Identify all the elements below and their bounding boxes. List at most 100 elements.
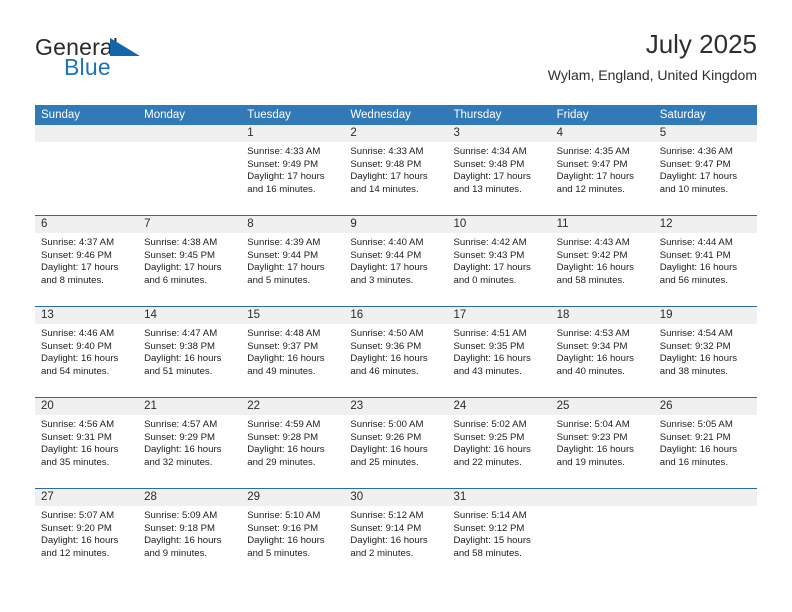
day-sun-info: Sunrise: 4:48 AM Sunset: 9:37 PM Daylight:… [241, 328, 344, 378]
calendar-day-cell[interactable]: 1 Sunrise: 4:33 AM Sunset: 9:49 PM Daylight… [241, 125, 345, 215]
day-sun-info: Sunrise: 4:39 AM Sunset: 9:44 PM Daylight:… [241, 237, 344, 287]
daylight-text: Daylight: 17 hours and 16 minutes. [247, 171, 325, 195]
calendar-day-cell[interactable]: 3 Sunrise: 4:34 AM Sunset: 9:48 PM Daylight… [447, 125, 551, 215]
calendar-day-cell[interactable]: 30 Sunrise: 5:12 AM Sunset: 9:14 PM Dayligh… [344, 489, 448, 579]
calendar-grid: Sunday Monday Tuesday Wednesday Thursday… [35, 105, 757, 579]
sunrise-text: Sunrise: 4:59 AM [247, 419, 321, 430]
calendar-day-cell[interactable]: 8 Sunrise: 4:39 AM Sunset: 9:44 PM Daylight… [241, 216, 345, 306]
calendar-day-cell[interactable]: 26 Sunrise: 5:05 AM Sunset: 9:21 PM Dayligh… [653, 398, 757, 488]
daylight-text: Daylight: 16 hours and 35 minutes. [41, 444, 119, 468]
day-sun-info: Sunrise: 4:57 AM Sunset: 9:29 PM Daylight:… [138, 419, 241, 469]
calendar-day-cell[interactable]: 13 Sunrise: 4:46 AM Sunset: 9:40 PM Dayligh… [35, 307, 139, 397]
day-number: 2 [350, 127, 357, 139]
daylight-text: Daylight: 15 hours and 58 minutes. [453, 535, 531, 559]
sunrise-text: Sunrise: 4:38 AM [144, 237, 218, 248]
sunrise-text: Sunrise: 4:47 AM [144, 328, 218, 339]
calendar-day-cell[interactable]: 12 Sunrise: 4:44 AM Sunset: 9:41 PM Dayligh… [653, 216, 757, 306]
calendar-day-cell[interactable]: 27 Sunrise: 5:07 AM Sunset: 9:20 PM Dayligh… [35, 489, 139, 579]
calendar-day-cell[interactable]: 7 Sunrise: 4:38 AM Sunset: 9:45 PM Daylight… [138, 216, 242, 306]
calendar-day-cell[interactable]: 23 Sunrise: 5:00 AM Sunset: 9:26 PM Dayligh… [344, 398, 448, 488]
day-sun-info: Sunrise: 4:40 AM Sunset: 9:44 PM Daylight:… [344, 237, 447, 287]
day-number-band: 12 [653, 216, 757, 233]
daylight-text: Daylight: 16 hours and 19 minutes. [556, 444, 634, 468]
daylight-text: Daylight: 16 hours and 29 minutes. [247, 444, 325, 468]
sunset-text: Sunset: 9:32 PM [659, 340, 731, 352]
day-number-band: 1 [241, 125, 345, 142]
daylight-text: Daylight: 16 hours and 5 minutes. [247, 535, 325, 559]
sunrise-text: Sunrise: 4:40 AM [350, 237, 424, 248]
calendar-day-cell[interactable]: 19 Sunrise: 4:54 AM Sunset: 9:32 PM Dayligh… [653, 307, 757, 397]
day-sun-info: Sunrise: 5:00 AM Sunset: 9:26 PM Daylight:… [344, 419, 447, 469]
calendar-week-row: 1 Sunrise: 4:33 AM Sunset: 9:49 PM Daylight… [35, 125, 757, 215]
day-number: 25 [556, 400, 570, 412]
calendar-week-row: 27 Sunrise: 5:07 AM Sunset: 9:20 PM Dayligh… [35, 488, 757, 579]
day-number-band: 10 [447, 216, 551, 233]
daylight-text: Daylight: 16 hours and 49 minutes. [247, 353, 325, 377]
day-number: 11 [556, 218, 569, 230]
day-number-band: 14 [138, 307, 242, 324]
day-sun-info: Sunrise: 4:56 AM Sunset: 9:31 PM Daylight:… [35, 419, 138, 469]
sunrise-text: Sunrise: 4:46 AM [41, 328, 115, 339]
sunset-text: Sunset: 9:44 PM [350, 249, 422, 261]
sunset-text: Sunset: 9:20 PM [41, 522, 112, 534]
daylight-text: Daylight: 16 hours and 58 minutes. [556, 262, 634, 286]
day-sun-info: Sunrise: 5:09 AM Sunset: 9:18 PM Daylight:… [138, 510, 241, 560]
sunset-text: Sunset: 9:46 PM [41, 249, 112, 261]
day-number-band: 29 [241, 489, 345, 506]
day-sun-info: Sunrise: 5:02 AM Sunset: 9:25 PM Daylight:… [448, 419, 551, 469]
day-sun-info: Sunrise: 4:35 AM Sunset: 9:47 PM Daylight:… [551, 146, 654, 196]
calendar-day-cell[interactable]: 5 Sunrise: 4:36 AM Sunset: 9:47 PM Daylight… [653, 125, 757, 215]
calendar-day-cell[interactable]: 16 Sunrise: 4:50 AM Sunset: 9:36 PM Dayligh… [344, 307, 448, 397]
calendar-week-row: 13 Sunrise: 4:46 AM Sunset: 9:40 PM Dayligh… [35, 306, 757, 397]
calendar-day-cell[interactable]: 10 Sunrise: 4:42 AM Sunset: 9:43 PM Dayligh… [447, 216, 551, 306]
calendar-day-cell[interactable]: 28 Sunrise: 5:09 AM Sunset: 9:18 PM Dayligh… [138, 489, 242, 579]
day-sun-info: Sunrise: 4:37 AM Sunset: 9:46 PM Daylight:… [35, 237, 138, 287]
day-number-band: 26 [653, 398, 757, 415]
calendar-day-cell[interactable]: 6 Sunrise: 4:37 AM Sunset: 9:46 PM Daylight… [35, 216, 139, 306]
sunset-text: Sunset: 9:42 PM [556, 249, 628, 261]
daylight-text: Daylight: 16 hours and 9 minutes. [144, 535, 222, 559]
sunset-text: Sunset: 9:35 PM [453, 340, 525, 352]
day-sun-info: Sunrise: 4:54 AM Sunset: 9:32 PM Daylight:… [654, 328, 757, 378]
daylight-text: Daylight: 16 hours and 46 minutes. [350, 353, 428, 377]
day-number-band: 27 [35, 489, 139, 506]
day-number: 29 [247, 491, 261, 503]
calendar-day-cell[interactable]: 22 Sunrise: 4:59 AM Sunset: 9:28 PM Dayligh… [241, 398, 345, 488]
calendar-day-cell[interactable]: 21 Sunrise: 4:57 AM Sunset: 9:29 PM Dayligh… [138, 398, 242, 488]
sunrise-text: Sunrise: 4:54 AM [659, 328, 733, 339]
sunrise-text: Sunrise: 5:14 AM [453, 510, 527, 521]
day-sun-info: Sunrise: 4:43 AM Sunset: 9:42 PM Daylight:… [551, 237, 654, 287]
calendar-day-cell[interactable]: 15 Sunrise: 4:48 AM Sunset: 9:37 PM Dayligh… [241, 307, 345, 397]
sunset-text: Sunset: 9:43 PM [453, 249, 525, 261]
calendar-day-cell[interactable]: 24 Sunrise: 5:02 AM Sunset: 9:25 PM Dayligh… [447, 398, 551, 488]
calendar-day-cell[interactable]: 4 Sunrise: 4:35 AM Sunset: 9:47 PM Daylight… [550, 125, 654, 215]
calendar-day-cell[interactable]: 31 Sunrise: 5:14 AM Sunset: 9:12 PM Dayligh… [447, 489, 551, 579]
day-number-band: 15 [241, 307, 345, 324]
calendar-day-cell[interactable]: 2 Sunrise: 4:33 AM Sunset: 9:48 PM Daylight… [344, 125, 448, 215]
daylight-text: Daylight: 17 hours and 14 minutes. [350, 171, 428, 195]
calendar-day-cell-empty [550, 489, 654, 579]
daylight-text: Daylight: 17 hours and 0 minutes. [453, 262, 531, 286]
day-number-band [35, 125, 139, 142]
calendar-day-cell[interactable]: 20 Sunrise: 4:56 AM Sunset: 9:31 PM Dayligh… [35, 398, 139, 488]
sunset-text: Sunset: 9:34 PM [556, 340, 628, 352]
day-number-band: 30 [344, 489, 448, 506]
day-number-band: 17 [447, 307, 551, 324]
calendar-day-cell[interactable]: 17 Sunrise: 4:51 AM Sunset: 9:35 PM Dayligh… [447, 307, 551, 397]
day-number: 12 [659, 218, 673, 230]
day-number: 7 [144, 218, 151, 230]
sunrise-text: Sunrise: 4:33 AM [247, 146, 321, 157]
day-sun-info: Sunrise: 4:51 AM Sunset: 9:35 PM Daylight:… [448, 328, 551, 378]
calendar-day-cell[interactable]: 29 Sunrise: 5:10 AM Sunset: 9:16 PM Dayligh… [241, 489, 345, 579]
day-number: 4 [556, 127, 564, 139]
day-sun-info: Sunrise: 5:04 AM Sunset: 9:23 PM Daylight:… [551, 419, 654, 469]
calendar-day-cell[interactable]: 11 Sunrise: 4:43 AM Sunset: 9:42 PM Dayligh… [550, 216, 654, 306]
daylight-text: Daylight: 16 hours and 32 minutes. [144, 444, 222, 468]
calendar-day-cell[interactable]: 14 Sunrise: 4:47 AM Sunset: 9:38 PM Dayligh… [138, 307, 242, 397]
sunset-text: Sunset: 9:37 PM [247, 340, 319, 352]
calendar-day-cell[interactable]: 25 Sunrise: 5:04 AM Sunset: 9:23 PM Dayligh… [550, 398, 654, 488]
calendar-page: General Blue July 2025 Wylam, England, U… [0, 0, 792, 612]
calendar-day-cell[interactable]: 9 Sunrise: 4:40 AM Sunset: 9:44 PM Daylight… [344, 216, 448, 306]
calendar-day-cell[interactable]: 18 Sunrise: 4:53 AM Sunset: 9:34 PM Dayligh… [550, 307, 654, 397]
sunrise-text: Sunrise: 4:36 AM [659, 146, 733, 157]
